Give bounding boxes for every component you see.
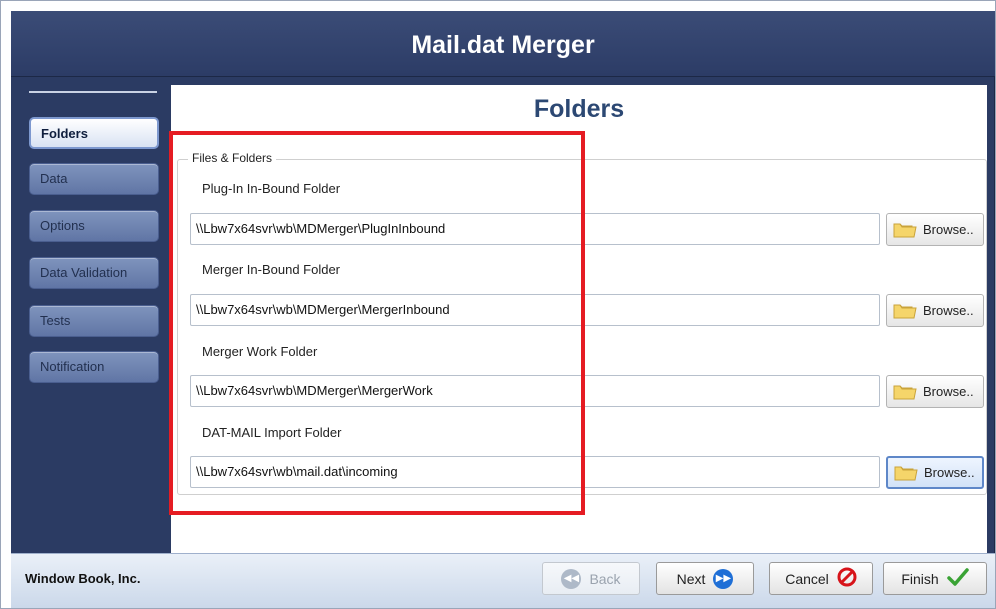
folder-icon [893, 383, 917, 400]
page-title: Folders [533, 95, 625, 123]
footer-bar: Window Book, Inc. ◀◀ Back Next ▶▶ Cancel… [11, 553, 995, 608]
company-name: Window Book, Inc. [25, 571, 141, 586]
files-folders-group: Files & Folders Plug-In In-Bound Folder … [177, 151, 987, 495]
browse-label: Browse.. [923, 303, 974, 318]
cancel-label: Cancel [785, 570, 829, 587]
app-title: Mail.dat Merger [411, 31, 595, 59]
folder-icon [893, 302, 917, 319]
sidebar: Folders Data Options Data Validation Tes… [11, 77, 171, 553]
browse-label: Browse.. [923, 222, 974, 237]
cancel-button[interactable]: Cancel [769, 562, 873, 595]
back-label: Back [589, 570, 621, 587]
next-arrow-icon: ▶▶ [713, 568, 734, 589]
title-bar: Mail.dat Merger [11, 11, 995, 77]
application-window: Mail.dat Merger Folders Data Options Dat… [0, 0, 996, 609]
plugin-inbound-label: Plug-In In-Bound Folder [202, 181, 341, 196]
merger-work-label: Merger Work Folder [202, 344, 318, 359]
folder-icon [894, 464, 918, 481]
browse-label: Browse.. [923, 384, 974, 399]
checkmark-icon [946, 567, 969, 590]
finish-button[interactable]: Finish [883, 562, 987, 595]
sidebar-item-tests[interactable]: Tests [29, 305, 159, 337]
merger-inbound-label: Merger In-Bound Folder [202, 262, 341, 277]
back-arrow-icon: ◀◀ [561, 568, 582, 589]
next-button[interactable]: Next ▶▶ [656, 562, 754, 595]
finish-label: Finish [901, 570, 939, 587]
next-label: Next [676, 570, 706, 587]
datmail-import-browse-button[interactable]: Browse.. [886, 456, 984, 489]
sidebar-item-notification[interactable]: Notification [29, 351, 159, 383]
datmail-import-path-input[interactable]: \\Lbw7x64svr\wb\mail.dat\incoming [190, 456, 880, 488]
browse-label: Browse.. [924, 465, 975, 480]
plugin-inbound-browse-button[interactable]: Browse.. [886, 213, 984, 246]
sidebar-divider [29, 91, 157, 93]
merger-inbound-path-input[interactable]: \\Lbw7x64svr\wb\MDMerger\MergerInbound [190, 294, 880, 326]
sidebar-item-data-validation[interactable]: Data Validation [29, 257, 159, 289]
folder-icon [893, 221, 917, 238]
group-legend: Files & Folders [188, 151, 277, 165]
merger-inbound-browse-button[interactable]: Browse.. [886, 294, 984, 327]
sidebar-item-data[interactable]: Data [29, 163, 159, 195]
sidebar-item-options[interactable]: Options [29, 210, 159, 242]
merger-work-path-input[interactable]: \\Lbw7x64svr\wb\MDMerger\MergerWork [190, 375, 880, 407]
main-content: Folders Files & Folders Plug-In In-Bound… [171, 85, 987, 553]
merger-work-browse-button[interactable]: Browse.. [886, 375, 984, 408]
cancel-icon [837, 567, 857, 590]
plugin-inbound-path-input[interactable]: \\Lbw7x64svr\wb\MDMerger\PlugInInbound [190, 213, 880, 245]
datmail-import-label: DAT-MAIL Import Folder [202, 425, 342, 440]
sidebar-item-folders[interactable]: Folders [29, 117, 159, 149]
back-button[interactable]: ◀◀ Back [542, 562, 640, 595]
